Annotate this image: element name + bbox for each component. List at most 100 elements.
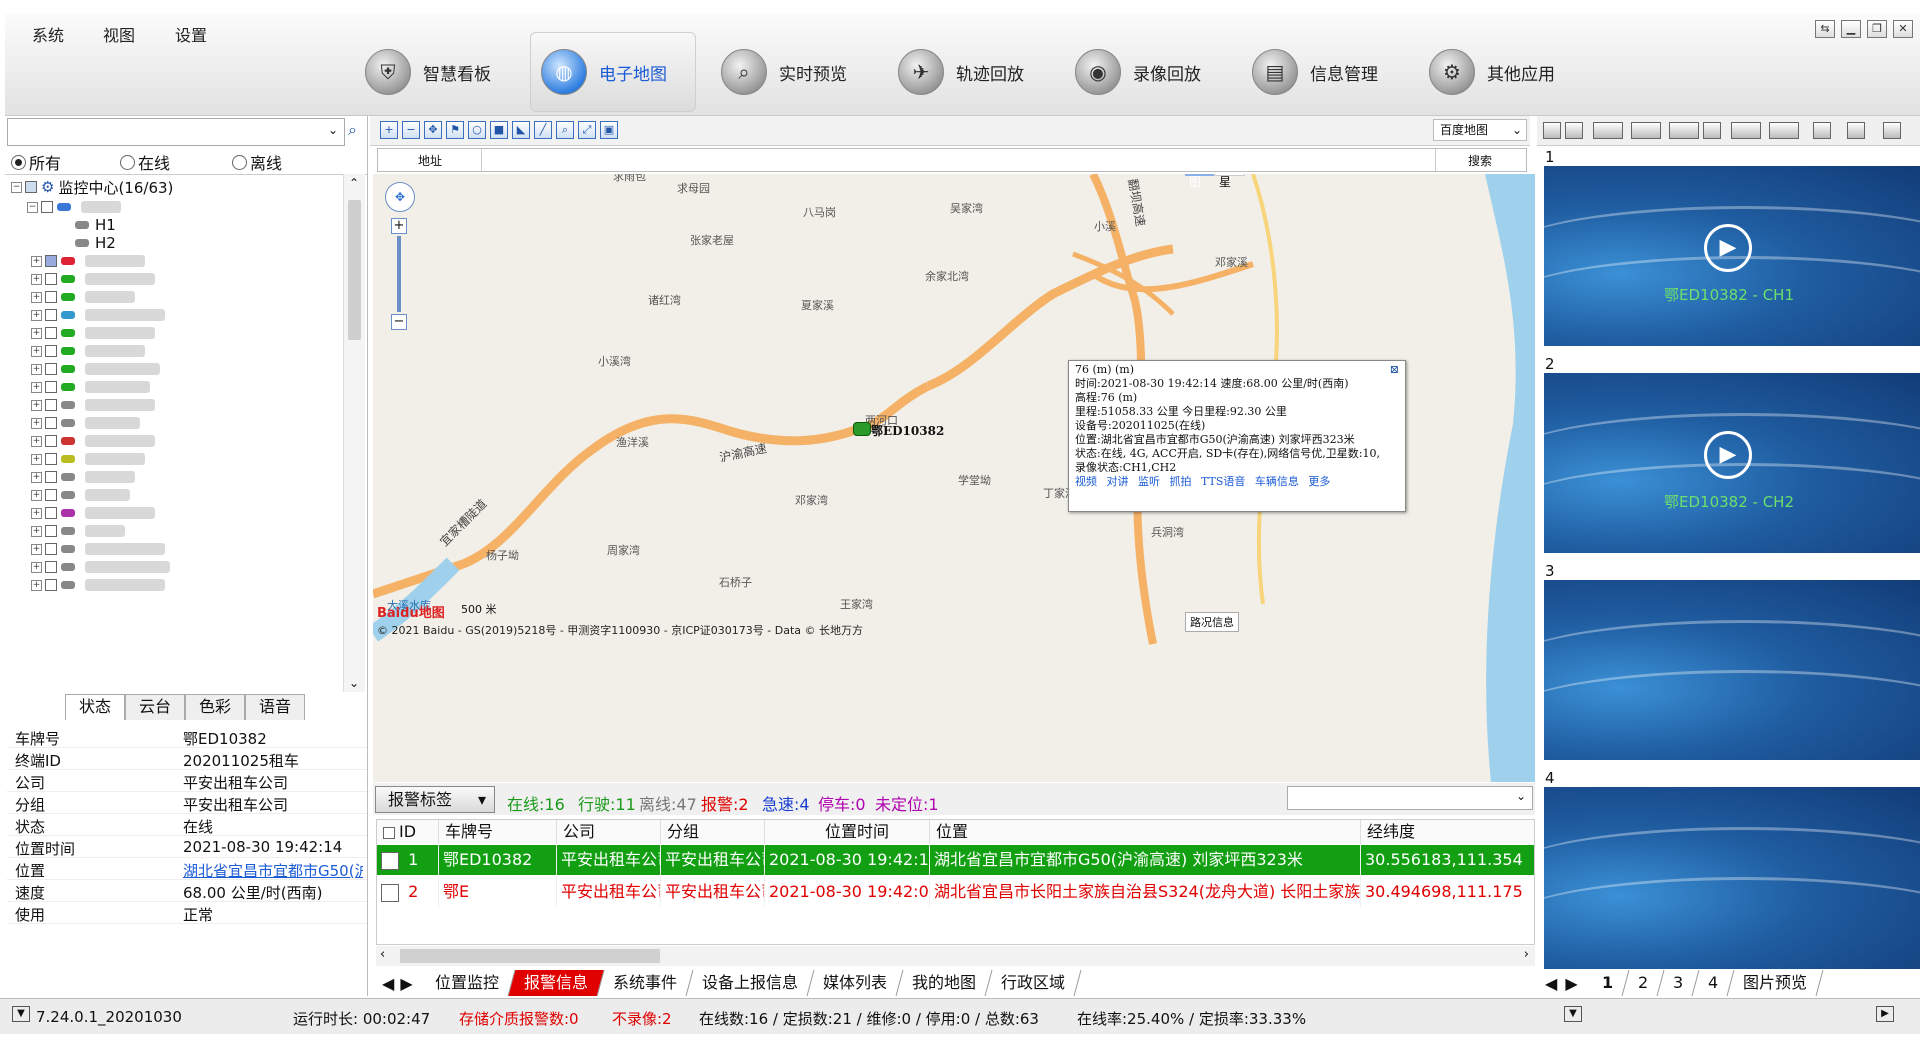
tree-item[interactable]: + bbox=[31, 251, 145, 271]
address-input[interactable] bbox=[481, 149, 1436, 171]
zoom-in-icon[interactable]: + bbox=[380, 121, 398, 139]
map-type-satellite[interactable]: 卫星 bbox=[1214, 174, 1245, 189]
polygon-icon[interactable]: ◣ bbox=[512, 121, 530, 139]
search-icon[interactable]: ⌕ bbox=[348, 120, 357, 140]
switch-window-icon[interactable]: ⇆ bbox=[1815, 20, 1835, 38]
nav-dashboard[interactable]: ⛨ 智慧看板 bbox=[355, 32, 505, 112]
tab-color[interactable]: 色彩 bbox=[185, 694, 245, 720]
video-layout-icon[interactable] bbox=[1543, 122, 1561, 139]
address-search-button[interactable]: 搜索 bbox=[1468, 152, 1492, 169]
tree-scrollbar[interactable]: ⌃ ⌄ bbox=[343, 174, 365, 692]
document-icon[interactable] bbox=[1847, 122, 1865, 139]
expand-icon[interactable]: ▶ bbox=[1876, 1006, 1894, 1022]
chevron-up-icon[interactable]: ⌃ bbox=[349, 176, 359, 190]
col-header-id[interactable]: ID bbox=[377, 820, 439, 844]
col-header-time[interactable]: 位置时间 bbox=[765, 820, 930, 844]
tree-item[interactable]: + bbox=[31, 413, 140, 433]
tree-item[interactable]: + bbox=[31, 503, 155, 523]
tab-prev-icon[interactable]: ◀ bbox=[1545, 974, 1557, 993]
tree-item[interactable]: + bbox=[31, 395, 155, 415]
popup-talk-link[interactable]: 对讲 bbox=[1107, 475, 1129, 488]
menu-settings[interactable]: 设置 bbox=[175, 22, 207, 46]
tab-system-events[interactable]: 系统事件 bbox=[597, 970, 694, 996]
col-header-lnglat[interactable]: 经纬度 bbox=[1361, 820, 1534, 844]
tree-item[interactable]: + bbox=[31, 431, 155, 451]
popup-capture-link[interactable]: 抓拍 bbox=[1170, 475, 1192, 488]
trash-icon[interactable] bbox=[1883, 122, 1901, 139]
minimize-icon[interactable]: ▁ bbox=[1841, 20, 1861, 38]
filter-online-radio[interactable]: 在线 bbox=[120, 150, 170, 174]
checkbox[interactable] bbox=[41, 201, 53, 213]
zoom-slider[interactable] bbox=[397, 236, 401, 312]
volume-icon[interactable] bbox=[1703, 122, 1721, 139]
tab-prev-icon[interactable]: ◀ bbox=[382, 974, 394, 993]
video-split-icon[interactable] bbox=[1565, 122, 1583, 139]
col-header-plate[interactable]: 车牌号 bbox=[439, 820, 557, 844]
checkbox[interactable] bbox=[25, 181, 37, 193]
col-header-company[interactable]: 公司 bbox=[557, 820, 661, 844]
tree-item[interactable]: H2 bbox=[75, 233, 116, 253]
collapse-icon[interactable]: ▼ bbox=[12, 1006, 30, 1022]
popup-video-link[interactable]: 视频 bbox=[1075, 475, 1097, 488]
col-header-group[interactable]: 分组 bbox=[661, 820, 765, 844]
tree-item[interactable]: + bbox=[31, 575, 165, 595]
flag-icon[interactable]: ⚑ bbox=[446, 121, 464, 139]
vehicle-marker-icon[interactable] bbox=[853, 422, 871, 436]
nav-info-management[interactable]: ▤ 信息管理 bbox=[1242, 32, 1392, 112]
tree-item[interactable]: + bbox=[31, 359, 160, 379]
video-window-icon[interactable] bbox=[1631, 122, 1661, 139]
snapshot-icon[interactable] bbox=[1669, 122, 1699, 139]
collapse-icon[interactable]: − bbox=[27, 201, 38, 213]
popup-more-link[interactable]: 更多 bbox=[1308, 475, 1330, 488]
restore-icon[interactable]: ❐ bbox=[1867, 20, 1887, 38]
video-cell-1[interactable]: ▶ 鄂ED10382 - CH1 bbox=[1544, 166, 1920, 346]
menu-view[interactable]: 视图 bbox=[103, 22, 135, 46]
tree-item[interactable]: H1 bbox=[75, 215, 116, 235]
video-cell-4[interactable] bbox=[1544, 787, 1920, 969]
popup-vehicle-info-link[interactable]: 车辆信息 bbox=[1255, 475, 1299, 488]
tree-root[interactable]: − ⚙ 监控中心(16/63) bbox=[11, 177, 173, 197]
menu-system[interactable]: 系统 bbox=[32, 22, 64, 46]
filter-offline-radio[interactable]: 离线 bbox=[232, 150, 282, 174]
popup-listen-link[interactable]: 监听 bbox=[1138, 475, 1160, 488]
tree-item[interactable]: + bbox=[31, 449, 145, 469]
fullscreen-icon[interactable]: ⤢ bbox=[578, 121, 596, 139]
tab-position-monitor[interactable]: 位置监控 bbox=[419, 970, 516, 996]
tab-alarm-info[interactable]: 报警信息 bbox=[508, 970, 605, 996]
play-all-icon[interactable] bbox=[1731, 122, 1761, 139]
zoom-out-icon[interactable]: − bbox=[391, 314, 407, 330]
save-icon[interactable] bbox=[1813, 122, 1831, 139]
tree-item[interactable]: + bbox=[31, 539, 165, 559]
tree-item[interactable]: − bbox=[27, 197, 121, 217]
tree-item[interactable]: + bbox=[31, 269, 155, 289]
nav-track-playback[interactable]: ✈ 轨迹回放 bbox=[888, 32, 1038, 112]
tab-media-list[interactable]: 媒体列表 bbox=[807, 970, 904, 996]
table-row[interactable]: 1 鄂ED10382 平安出租车公司 平安出租车公司 2021-08-30 19… bbox=[377, 845, 1534, 875]
rectangle-icon[interactable]: ■ bbox=[490, 121, 508, 139]
tab-status[interactable]: 状态 bbox=[65, 694, 125, 720]
collapse-icon[interactable]: ▼ bbox=[1564, 1006, 1582, 1022]
video-grid-icon[interactable] bbox=[1593, 122, 1623, 139]
map-type-map[interactable]: 地图 bbox=[1185, 174, 1214, 189]
filter-all-radio[interactable]: 所有 bbox=[11, 150, 61, 174]
chevron-down-icon[interactable]: ⌄ bbox=[328, 123, 338, 137]
traffic-button[interactable]: 路况信息 bbox=[1185, 612, 1239, 632]
chevron-right-icon[interactable]: › bbox=[1524, 947, 1529, 962]
map-provider-select[interactable]: 百度地图 ⌄ bbox=[1433, 119, 1527, 141]
zoom-out-icon[interactable]: − bbox=[402, 121, 420, 139]
tab-next-icon[interactable]: ▶ bbox=[1565, 974, 1577, 993]
tab-my-map[interactable]: 我的地图 bbox=[896, 970, 993, 996]
location-link[interactable]: 湖北省宜昌市宜都市G50(沪渝高速) bbox=[183, 860, 363, 881]
tree-item[interactable]: + bbox=[31, 377, 150, 397]
video-cell-2[interactable]: ▶ 鄂ED10382 - CH2 bbox=[1544, 373, 1920, 553]
nav-record-playback[interactable]: ◉ 录像回放 bbox=[1065, 32, 1215, 112]
list-filter-select[interactable]: ⌄ bbox=[1287, 786, 1533, 810]
tree-item[interactable]: + bbox=[31, 305, 165, 325]
col-header-position[interactable]: 位置 bbox=[930, 820, 1361, 844]
video-picture-preview[interactable]: 图片预览 bbox=[1727, 970, 1824, 996]
tree-item[interactable]: + bbox=[31, 485, 130, 505]
tree-item[interactable]: + bbox=[31, 287, 135, 307]
chevron-down-icon[interactable]: ⌄ bbox=[349, 676, 359, 690]
close-icon[interactable]: ⊠ bbox=[1390, 363, 1399, 377]
tree-item[interactable]: + bbox=[31, 467, 135, 487]
